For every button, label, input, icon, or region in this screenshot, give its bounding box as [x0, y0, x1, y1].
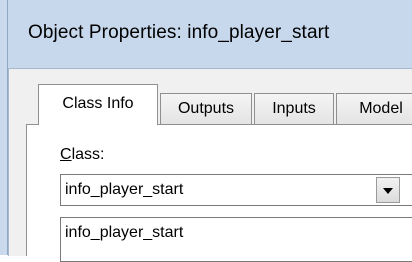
chevron-down-icon	[383, 188, 393, 194]
class-listbox[interactable]: info_player_start	[60, 217, 412, 262]
class-combobox-dropdown-button[interactable]	[376, 177, 400, 203]
tab-class-info[interactable]: Class Info	[38, 84, 158, 125]
tab-inputs[interactable]: Inputs	[254, 93, 334, 124]
tab-model[interactable]: Model	[336, 93, 412, 124]
class-label-text: lass:	[71, 146, 105, 163]
class-combobox[interactable]: info_player_start	[60, 174, 412, 206]
class-label-accelerator: C	[60, 146, 72, 163]
list-item[interactable]: info_player_start	[65, 224, 183, 242]
tab-outputs[interactable]: Outputs	[160, 93, 252, 124]
window-title: Object Properties: info_player_start	[28, 22, 330, 43]
class-label: Class:	[60, 146, 104, 164]
class-combobox-value: info_player_start	[65, 181, 184, 198]
window-frame-left	[0, 0, 8, 255]
